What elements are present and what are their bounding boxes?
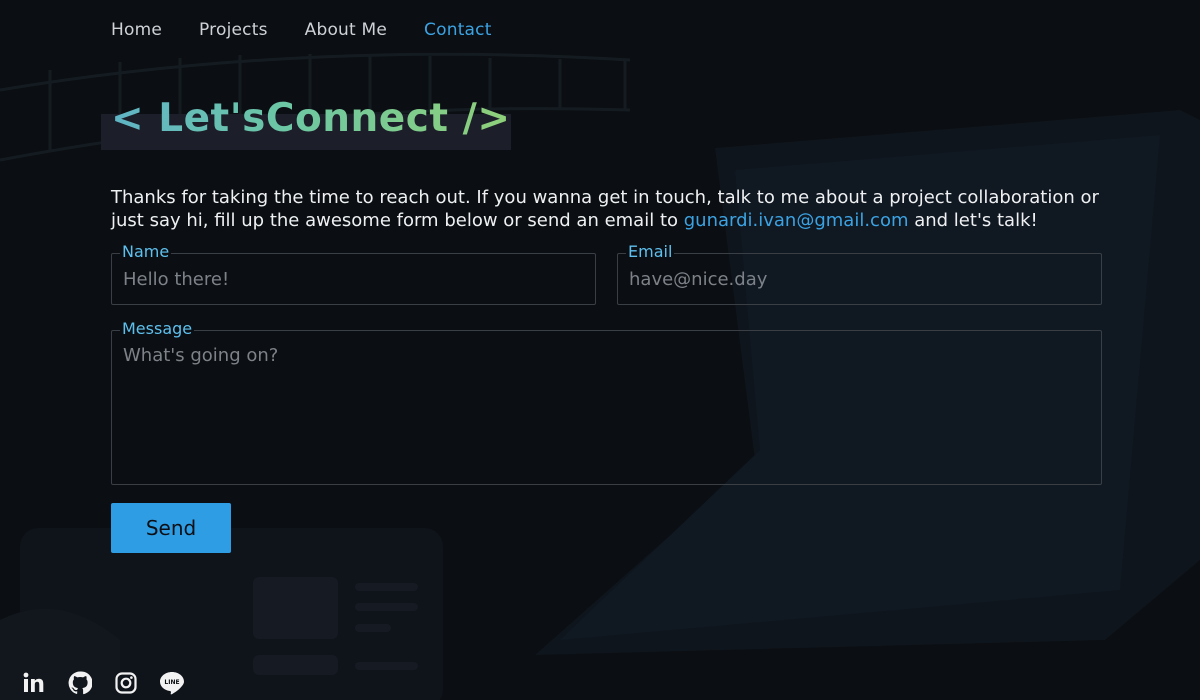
line-link[interactable]: LINE (160, 671, 184, 695)
name-input[interactable] (111, 253, 596, 305)
nav-about-me[interactable]: About Me (305, 20, 387, 40)
github-link[interactable] (68, 671, 92, 695)
nav-contact[interactable]: Contact (424, 20, 492, 40)
intro-text-end: and let's talk! (908, 210, 1038, 231)
heading-block: < Let'sConnect /> (101, 96, 511, 150)
email-input[interactable] (617, 253, 1102, 305)
message-input[interactable] (111, 330, 1102, 485)
email-label: Email (626, 242, 675, 262)
linkedin-link[interactable] (22, 671, 46, 695)
nav-projects[interactable]: Projects (199, 20, 268, 40)
linkedin-icon (22, 671, 46, 695)
nav-home[interactable]: Home (111, 20, 162, 40)
svg-text:LINE: LINE (164, 679, 179, 686)
social-links: LINE (22, 671, 184, 695)
instagram-link[interactable] (114, 671, 138, 695)
instagram-icon (114, 671, 138, 695)
message-field-group: Message (111, 319, 1102, 485)
email-field-group: Email (617, 242, 1102, 305)
line-icon: LINE (159, 671, 185, 695)
message-label: Message (120, 319, 195, 339)
github-icon (68, 671, 92, 695)
name-field-group: Name (111, 242, 596, 305)
intro-text: Thanks for taking the time to reach out.… (111, 186, 1111, 232)
main-nav: Home Projects About Me Contact (111, 20, 492, 40)
page-title: < Let'sConnect /> (101, 96, 511, 141)
send-button[interactable]: Send (111, 503, 231, 553)
name-label: Name (120, 242, 172, 262)
email-link[interactable]: gunardi.ivan@gmail.com (684, 210, 909, 231)
